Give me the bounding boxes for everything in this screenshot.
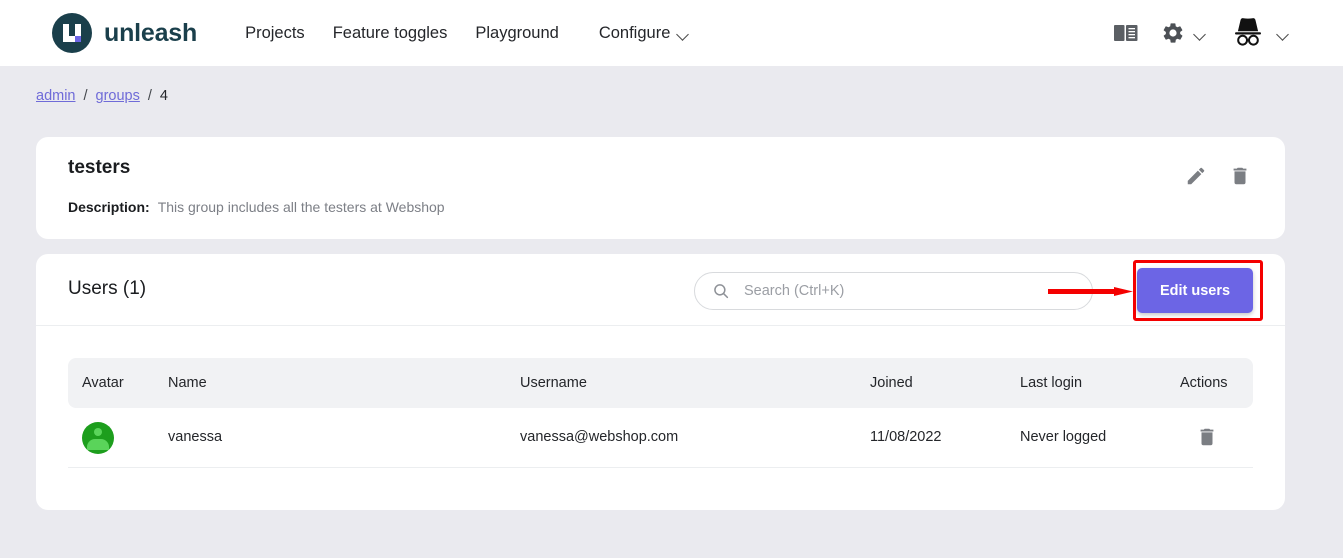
profile-menu-button[interactable] bbox=[1228, 17, 1289, 49]
search-input[interactable]: Search (Ctrl+K) bbox=[694, 272, 1093, 310]
breadcrumb-separator: / bbox=[148, 88, 152, 104]
nav-label: Feature toggles bbox=[333, 24, 448, 42]
group-description: Description: This group includes all the… bbox=[68, 199, 445, 215]
column-header-joined: Joined bbox=[870, 375, 913, 391]
breadcrumb-item-admin[interactable]: admin bbox=[36, 88, 76, 104]
column-header-last-login: Last login bbox=[1020, 375, 1082, 391]
breadcrumb-item-current: 4 bbox=[160, 88, 168, 104]
nav-label: Projects bbox=[245, 24, 305, 42]
trash-icon[interactable] bbox=[1229, 165, 1251, 187]
cell-last-login: Never logged bbox=[1020, 429, 1106, 445]
users-card-header: Users (1) Search (Ctrl+K) Edit users bbox=[36, 254, 1285, 326]
main-nav: Projects Feature toggles Playground Conf… bbox=[231, 16, 703, 51]
table-row[interactable]: vanessa vanessa@webshop.com 11/08/2022 N… bbox=[68, 408, 1253, 468]
avatar bbox=[82, 422, 114, 454]
nav-item-feature-toggles[interactable]: Feature toggles bbox=[319, 16, 462, 51]
table-header-row: Avatar Name Username Joined Last login A… bbox=[68, 358, 1253, 408]
column-header-actions: Actions bbox=[1180, 375, 1228, 391]
group-info-card: testers Description: This group includes… bbox=[36, 137, 1285, 239]
cell-name: vanessa bbox=[168, 429, 222, 445]
users-card: Users (1) Search (Ctrl+K) Edit users Ava… bbox=[36, 254, 1285, 510]
column-header-name: Name bbox=[168, 375, 207, 391]
breadcrumb: admin / groups / 4 bbox=[36, 88, 168, 104]
breadcrumb-item-groups[interactable]: groups bbox=[96, 88, 140, 104]
chevron-down-icon bbox=[678, 30, 689, 37]
settings-menu-button[interactable] bbox=[1161, 21, 1206, 45]
top-navigation-bar: unleash Projects Feature toggles Playgro… bbox=[0, 0, 1343, 66]
search-placeholder: Search (Ctrl+K) bbox=[744, 283, 844, 299]
incognito-avatar-icon bbox=[1228, 17, 1268, 49]
group-action-buttons bbox=[1185, 165, 1251, 187]
gear-icon bbox=[1161, 21, 1185, 45]
cell-username: vanessa@webshop.com bbox=[520, 429, 678, 445]
pencil-icon[interactable] bbox=[1185, 165, 1207, 187]
trash-icon[interactable] bbox=[1196, 426, 1218, 448]
book-icon bbox=[1113, 23, 1139, 43]
unleash-logo-icon bbox=[52, 13, 92, 53]
group-description-value: This group includes all the testers at W… bbox=[158, 199, 445, 215]
edit-users-button[interactable]: Edit users bbox=[1137, 268, 1253, 313]
page-title: testers bbox=[68, 157, 130, 179]
nav-label: Configure bbox=[599, 24, 671, 43]
users-count-title: Users (1) bbox=[68, 278, 146, 300]
brand-name: unleash bbox=[104, 19, 197, 48]
search-icon bbox=[712, 282, 730, 300]
nav-label: Playground bbox=[475, 24, 558, 42]
cell-joined: 11/08/2022 bbox=[870, 429, 942, 445]
users-table: Avatar Name Username Joined Last login A… bbox=[68, 358, 1253, 468]
breadcrumb-separator: / bbox=[84, 88, 88, 104]
group-description-label: Description: bbox=[68, 199, 150, 215]
top-nav-actions bbox=[1113, 0, 1289, 66]
nav-item-configure[interactable]: Configure bbox=[585, 16, 704, 51]
nav-item-playground[interactable]: Playground bbox=[461, 16, 572, 51]
chevron-down-icon bbox=[1278, 30, 1289, 37]
nav-item-projects[interactable]: Projects bbox=[231, 16, 319, 51]
chevron-down-icon bbox=[1195, 30, 1206, 37]
documentation-button[interactable] bbox=[1113, 23, 1139, 43]
brand-logo[interactable]: unleash bbox=[52, 13, 197, 53]
column-header-avatar: Avatar bbox=[82, 375, 124, 391]
column-header-username: Username bbox=[520, 375, 587, 391]
